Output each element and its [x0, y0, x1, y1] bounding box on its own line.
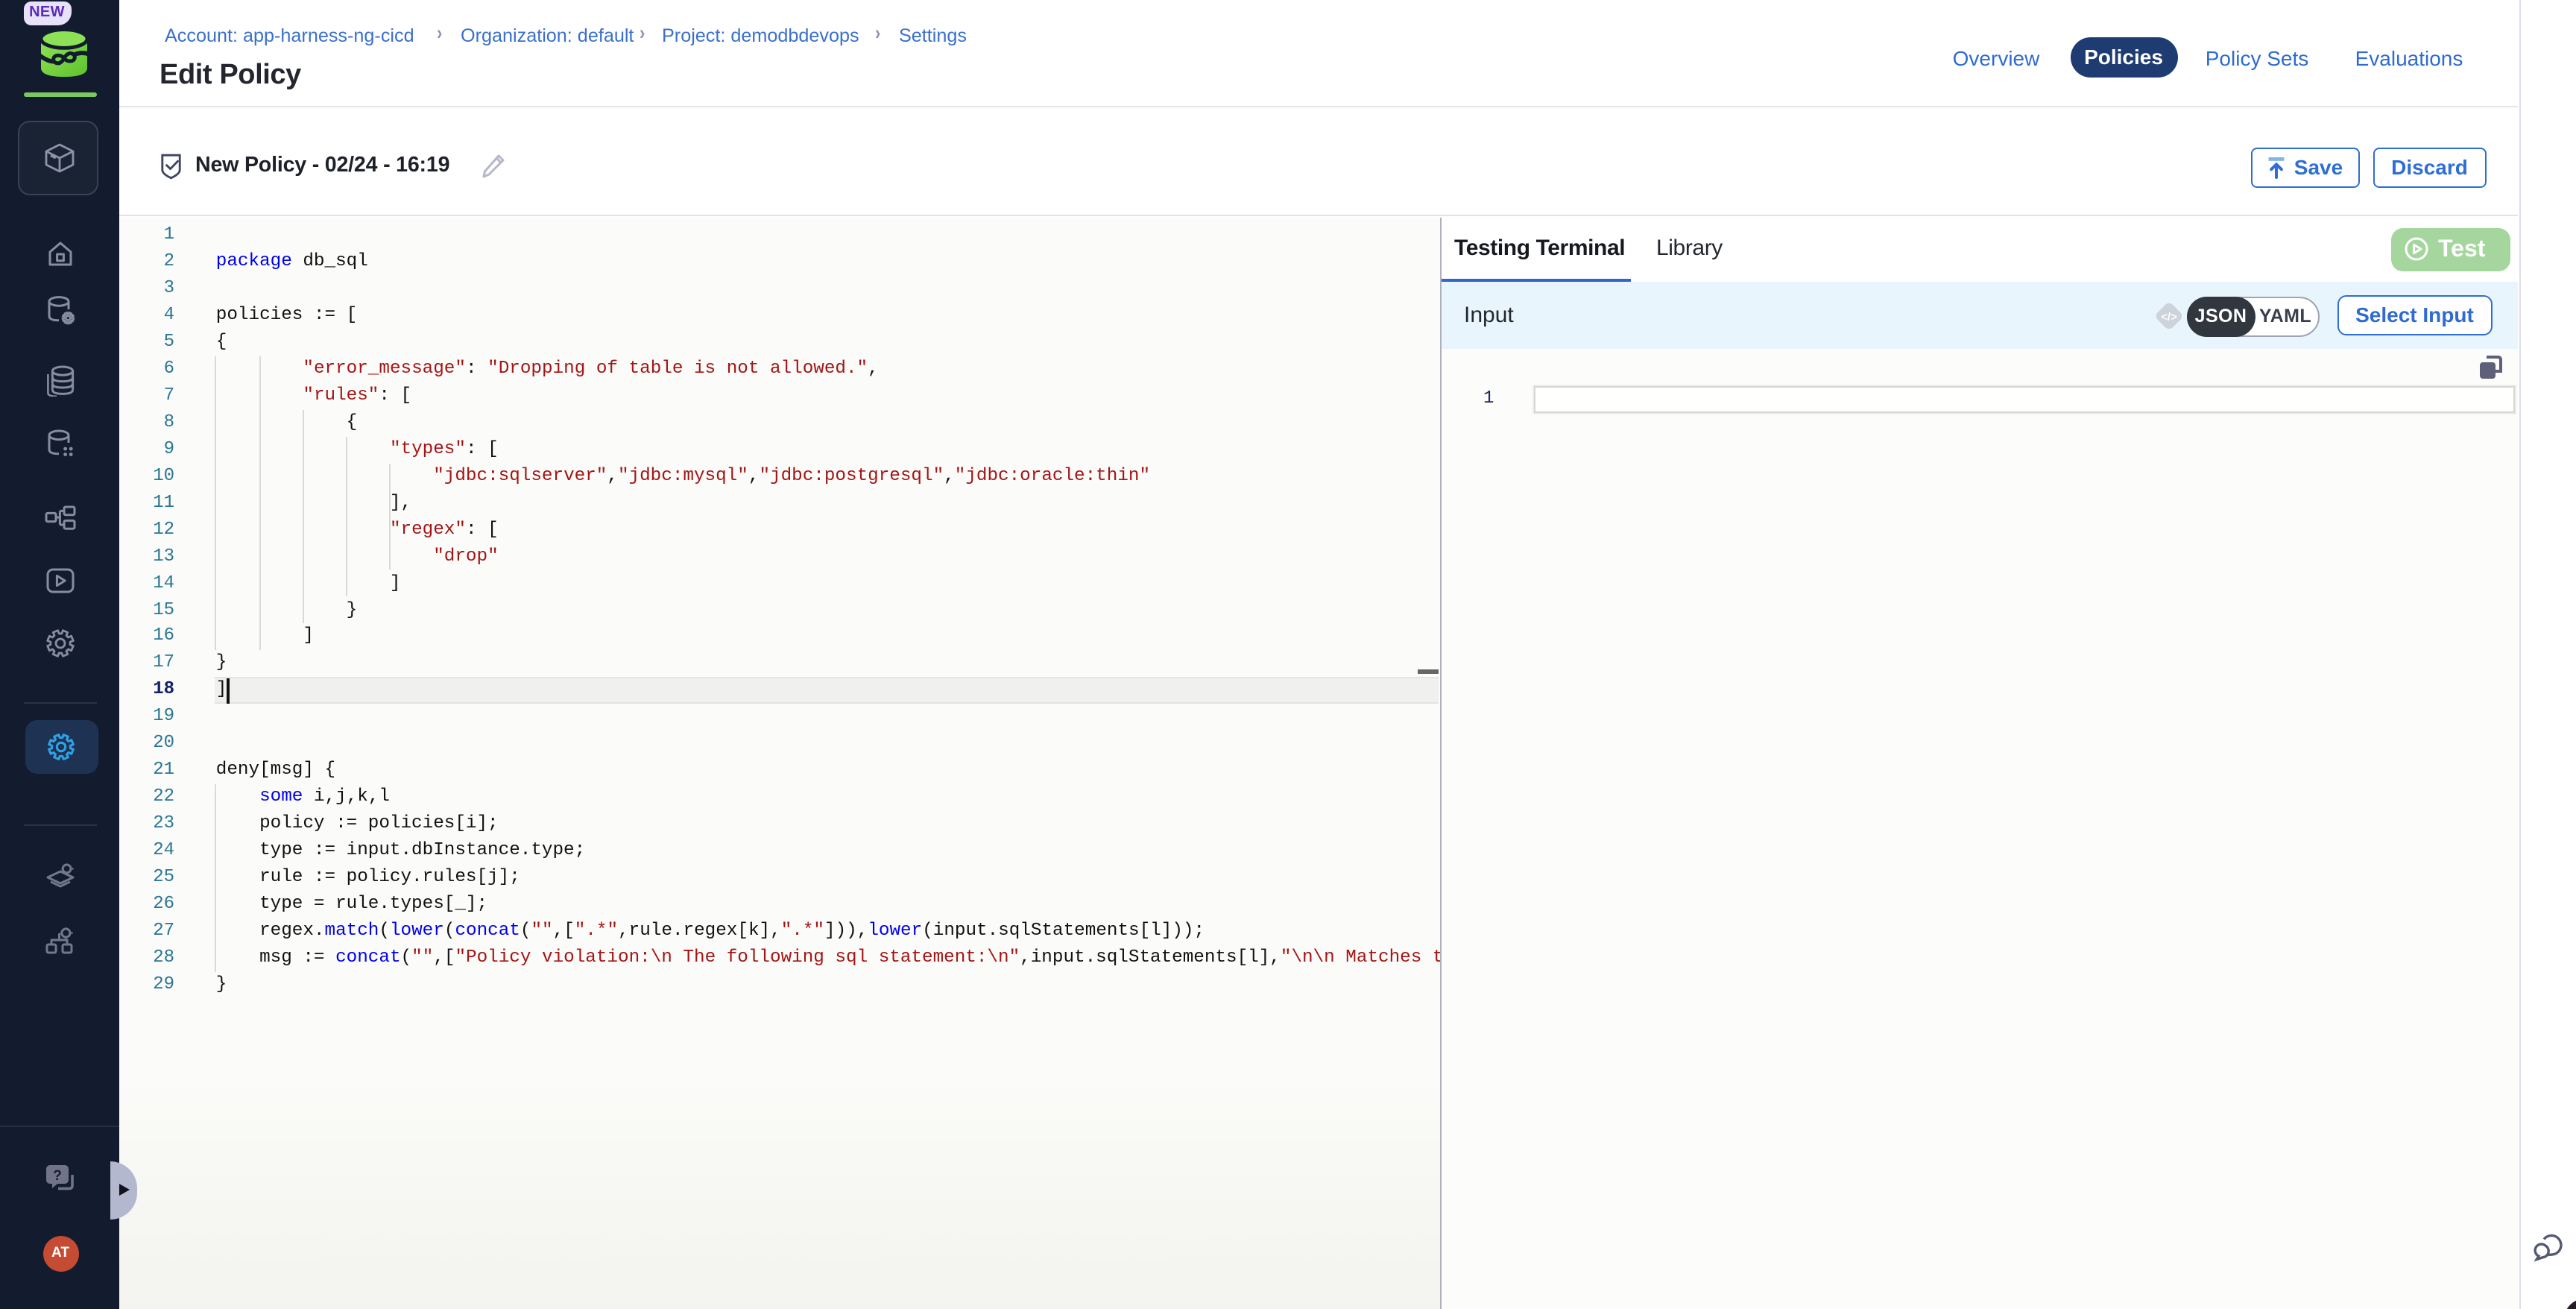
svg-text:</>: </>: [2160, 311, 2176, 324]
svg-text:?: ?: [53, 1168, 62, 1184]
